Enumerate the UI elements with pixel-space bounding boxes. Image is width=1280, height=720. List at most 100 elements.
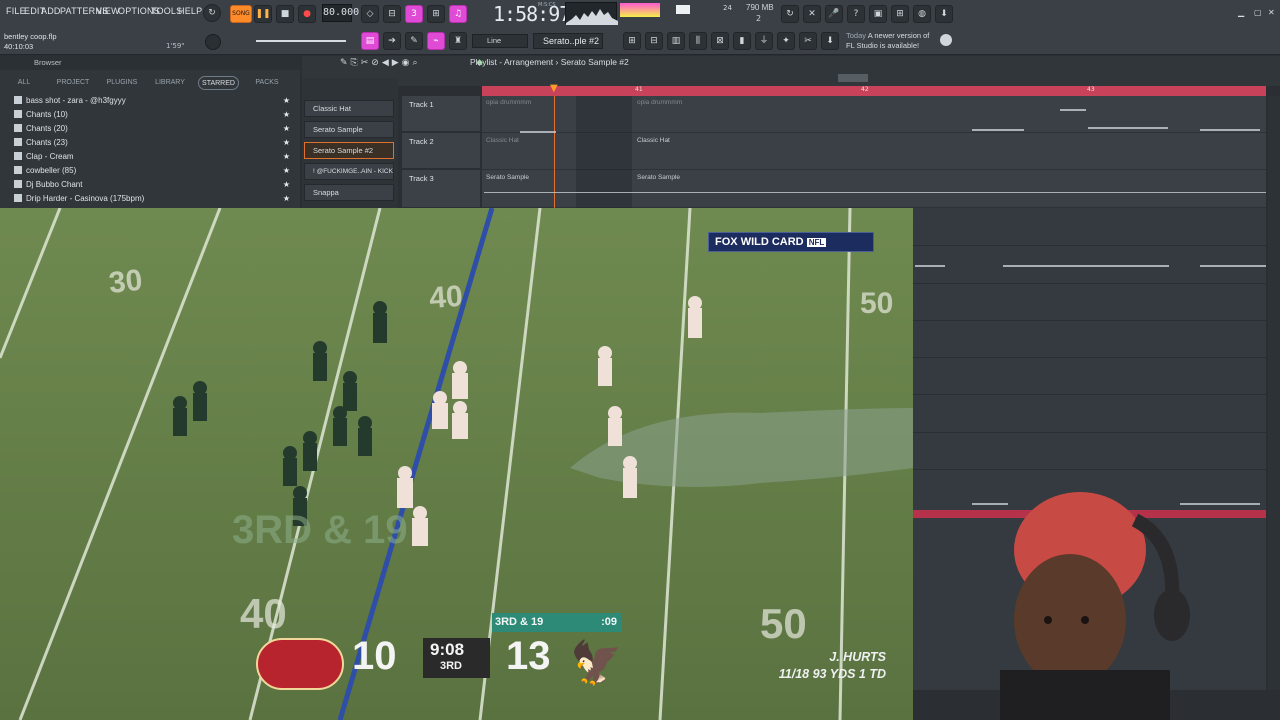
- browser-item[interactable]: Chants (10) ★: [14, 108, 298, 122]
- grid-line: [913, 432, 1266, 433]
- metronome-icon[interactable]: ◇: [361, 5, 379, 23]
- menu-add[interactable]: ADD: [41, 6, 61, 16]
- wait-record-icon[interactable]: ⊟: [383, 5, 401, 23]
- menu-view[interactable]: VIEW: [96, 6, 120, 16]
- pause-icon[interactable]: ❚❚: [254, 5, 272, 23]
- blend-notes-icon[interactable]: ♫: [449, 5, 467, 23]
- paint-icon[interactable]: ⌁: [427, 32, 445, 50]
- download-icon[interactable]: ⬇: [935, 5, 953, 23]
- track-header[interactable]: Track 3: [402, 170, 480, 208]
- browser-item-label: Chants (23): [26, 138, 68, 147]
- close-icon[interactable]: ✕: [1268, 8, 1275, 17]
- clip-label[interactable]: opia drummmm: [486, 99, 531, 106]
- piano-roll-icon[interactable]: ▥: [667, 32, 685, 50]
- grid-line: [913, 283, 1266, 284]
- countdown-icon[interactable]: 3: [405, 5, 423, 23]
- browser-item[interactable]: Drip Harder - Casinova (175bpm) ★: [14, 192, 298, 206]
- tab-library[interactable]: LIBRARY: [151, 76, 189, 90]
- loop-record-icon[interactable]: ↻: [203, 4, 221, 22]
- track-header[interactable]: Track 1: [402, 96, 480, 132]
- track-header[interactable]: Track 2: [402, 133, 480, 169]
- add-pattern-icon[interactable]: ⊞: [623, 32, 641, 50]
- plug-icon[interactable]: ⏚: [755, 32, 773, 50]
- channel-item[interactable]: Serato Sample: [304, 121, 394, 138]
- star-icon[interactable]: ★: [283, 150, 290, 164]
- note-mark: [972, 129, 1024, 131]
- tab-packs[interactable]: PACKS: [251, 76, 283, 90]
- pencil-icon[interactable]: ✎: [405, 32, 423, 50]
- song-mode-button[interactable]: SONG: [230, 5, 252, 23]
- menu-help[interactable]: HELP: [178, 6, 202, 16]
- playlist-tools[interactable]: ✎⎘✂⊘◀▶◉⌕: [340, 58, 421, 68]
- channel-item-selected[interactable]: Serato Sample #2: [304, 142, 394, 159]
- cut-icon[interactable]: ✂: [799, 32, 817, 50]
- ruler-label: 42: [861, 86, 869, 93]
- channel-rack-icon[interactable]: ⊠: [711, 32, 729, 50]
- browser-icon[interactable]: ▮: [733, 32, 751, 50]
- arrow-right-icon[interactable]: ➔: [383, 32, 401, 50]
- minimize-icon[interactable]: ▁: [1238, 8, 1244, 17]
- track-name: Track 2: [409, 137, 434, 146]
- update-icon[interactable]: [940, 34, 952, 46]
- channel-item[interactable]: Classic Hat: [304, 100, 394, 117]
- menu-file[interactable]: FILE: [6, 6, 26, 16]
- render-icon[interactable]: ⬇: [821, 32, 839, 50]
- clip-label[interactable]: Classic Hat: [637, 137, 670, 144]
- master-pitch-knob[interactable]: [205, 34, 221, 50]
- chat-icon[interactable]: ◍: [913, 5, 931, 23]
- playlist-icon[interactable]: ▤: [361, 32, 379, 50]
- playhead-marker-icon[interactable]: ▼: [550, 84, 560, 94]
- clip-label[interactable]: Serato Sample: [486, 174, 529, 181]
- stop-icon[interactable]: ■: [276, 5, 294, 23]
- pattern-select[interactable]: Serato..ple #2: [533, 33, 603, 49]
- tab-starred[interactable]: STARRED: [198, 76, 239, 90]
- plugin-icon[interactable]: ⊟: [645, 32, 663, 50]
- browser-item[interactable]: Clap - Cream ★: [14, 150, 298, 164]
- tab-plugins[interactable]: PLUGINS: [103, 76, 141, 90]
- browser-item[interactable]: cowbeller (85) ★: [14, 164, 298, 178]
- channel-list: Classic Hat Serato Sample Serato Sample …: [302, 78, 398, 208]
- snap-select[interactable]: Line: [472, 34, 528, 48]
- star-icon[interactable]: ★: [283, 192, 290, 206]
- timeline-ruler[interactable]: [482, 86, 1266, 96]
- scroll-thumb[interactable]: [838, 74, 868, 82]
- step-edit-icon[interactable]: ⊞: [427, 5, 445, 23]
- fx-icon[interactable]: ✕: [803, 5, 821, 23]
- star-icon[interactable]: ★: [283, 164, 290, 178]
- star-icon[interactable]: ★: [283, 108, 290, 122]
- song-position: 1'59": [166, 42, 185, 50]
- mic-icon[interactable]: 🎤: [825, 5, 843, 23]
- refresh-icon[interactable]: ↻: [781, 5, 799, 23]
- tempo-display[interactable]: 80.000: [322, 4, 359, 22]
- snapshot-icon[interactable]: [676, 5, 690, 14]
- share-icon[interactable]: ⊞: [891, 5, 909, 23]
- project-name: bentley coop.flp: [4, 32, 57, 41]
- mixer-icon[interactable]: ⫼: [689, 32, 707, 50]
- stamp-icon[interactable]: ♜: [449, 32, 467, 50]
- clip-label[interactable]: Serato Sample: [637, 174, 680, 181]
- grid-line: [913, 357, 1266, 358]
- time-display[interactable]: 1:58:97: [493, 2, 571, 26]
- channel-item[interactable]: ! @FUCKIMGE..AIN - KICK: [304, 163, 394, 180]
- clip-label[interactable]: Classic Hat: [486, 137, 519, 144]
- master-volume-slider[interactable]: [256, 40, 346, 42]
- star-icon[interactable]: ★: [283, 122, 290, 136]
- star-icon[interactable]: ★: [283, 178, 290, 192]
- browser-item[interactable]: Chants (20) ★: [14, 122, 298, 136]
- record-icon[interactable]: ●: [298, 5, 316, 23]
- browser-item[interactable]: Chants (23) ★: [14, 136, 298, 150]
- channel-item[interactable]: Snappa: [304, 184, 394, 201]
- maximize-icon[interactable]: ▢: [1254, 8, 1262, 17]
- browser-item[interactable]: Dj Bubbo Chant ★: [14, 178, 298, 192]
- star-icon[interactable]: ★: [283, 136, 290, 150]
- help-icon[interactable]: ?: [847, 5, 865, 23]
- save-icon[interactable]: ▣: [869, 5, 887, 23]
- browser-item[interactable]: bass shot - zara - @h3fgyyy ★: [14, 94, 298, 108]
- update-hint[interactable]: Today A newer version of FL Studio is av…: [846, 31, 936, 51]
- tab-all[interactable]: ALL: [12, 76, 36, 90]
- browser-item-label: Dj Bubbo Chant: [26, 180, 83, 189]
- star-icon[interactable]: ★: [283, 94, 290, 108]
- clip-label[interactable]: opia drummmm: [637, 99, 682, 106]
- tempo-tapper-icon[interactable]: ✦: [777, 32, 795, 50]
- tab-project[interactable]: PROJECT: [54, 76, 92, 90]
